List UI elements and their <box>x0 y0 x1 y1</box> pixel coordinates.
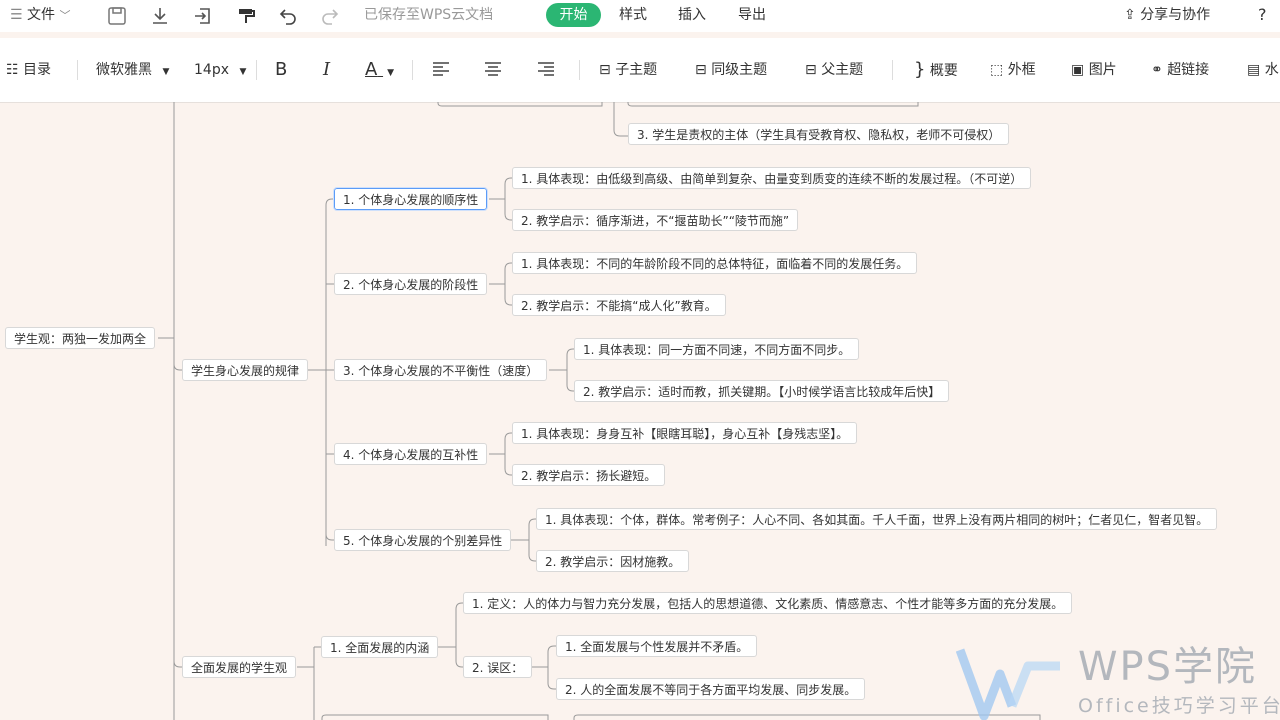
font-size-select[interactable]: 14px ▼ <box>194 38 246 102</box>
hyperlink-button[interactable]: ⚭ 超链接 <box>1151 38 1209 102</box>
watermark-icon: ▤ <box>1247 62 1261 78</box>
parent-topic-label: 父主题 <box>821 62 864 78</box>
parent-topic-button[interactable]: ⊟ 父主题 <box>805 38 863 102</box>
font-color-label: A <box>365 59 378 80</box>
divider <box>892 60 893 80</box>
mindmap-node[interactable]: 1. 具体表现：同一方面不同速，不同方面不同步。 <box>574 338 860 360</box>
mindmap-node[interactable]: 1. 具体表现：身身互补【眼瞎耳聪】，身心互补【身残志坚】。 <box>512 422 858 444</box>
mindmap-root-node[interactable]: 学生观：两独一发加两全 <box>5 327 156 349</box>
save-icon[interactable] <box>107 6 127 26</box>
divider <box>77 60 78 80</box>
tab-insert[interactable]: 插入 <box>678 0 706 32</box>
wps-logo-icon <box>956 648 1060 720</box>
mindmap-node[interactable]: 2. 教学启示：不能搞“成人化”教育。 <box>512 294 726 316</box>
sibling-topic-label: 同级主题 <box>711 62 768 78</box>
mindmap-node[interactable]: 1. 具体表现：不同的年龄阶段不同的总体特征，面临着不同的发展任务。 <box>512 252 918 274</box>
share-label: 分享与协作 <box>1140 7 1211 23</box>
import-icon[interactable] <box>193 6 213 26</box>
mindmap-node[interactable]: 5. 个体身心发展的个别差异性 <box>334 529 512 551</box>
hamburger-icon: ☰ <box>10 7 23 23</box>
frame-icon: ⬚ <box>990 62 1004 78</box>
mindmap-node[interactable]: 1. 具体表现：个体，群体。常考例子：人心不同、各如其面。千人千面，世界上没有两… <box>536 508 1218 530</box>
font-color-button[interactable]: A ▼ <box>365 38 394 102</box>
mindmap-node-selected[interactable]: 1. 个体身心发展的顺序性 <box>332 187 489 211</box>
link-icon: ⚭ <box>1151 62 1163 78</box>
parent-topic-icon: ⊟ <box>805 62 817 78</box>
frame-label: 外框 <box>1007 62 1036 78</box>
bold-button[interactable]: B <box>275 38 287 102</box>
align-right-icon[interactable] <box>537 60 555 78</box>
watermark-brand: WPS学院 <box>1078 644 1258 690</box>
save-status: 已保存至WPS云文档 <box>364 7 494 23</box>
image-icon: ▣ <box>1071 62 1085 78</box>
sibling-topic-button[interactable]: ⊟ 同级主题 <box>695 38 767 102</box>
mindmap-node[interactable]: 2. 教学启示：循序渐进，不“揠苗助长”“陵节而施” <box>512 209 799 231</box>
mindmap-node[interactable]: 3. 个体身心发展的不平衡性（速度） <box>334 359 548 381</box>
mindmap-node[interactable]: 1. 全面发展与个性发展并不矛盾。 <box>556 635 758 657</box>
caret-down-icon: ▼ <box>387 68 394 78</box>
more-label: 水 <box>1264 62 1279 78</box>
tab-style[interactable]: 样式 <box>619 0 647 32</box>
redo-icon[interactable] <box>320 6 340 26</box>
summary-button[interactable]: } 概要 <box>914 38 958 102</box>
toc-icon: ☷ <box>6 62 19 78</box>
menu-bar: ☰ 文件 ﹀ 已保存至WPS云文档 开始 样式 插入 导出 ⇪ 分享与协作 ? <box>0 0 1280 32</box>
image-label: 图片 <box>1088 62 1117 78</box>
share-button[interactable]: ⇪ 分享与协作 <box>1124 0 1210 32</box>
mindmap-node[interactable]: 2. 误区： <box>463 656 533 678</box>
connector-lines <box>158 102 1041 720</box>
wps-watermark: WPS学院 Office技巧学习平台 <box>956 644 1280 720</box>
mindmap-node[interactable]: 1. 全面发展的内涵 <box>321 636 439 658</box>
font-family-value: 微软雅黑 <box>96 62 152 78</box>
tab-export[interactable]: 导出 <box>738 0 766 32</box>
toc-label: 目录 <box>23 62 52 78</box>
mindmap-canvas[interactable]: 3. 学生是责权的主体（学生具有受教育权、隐私权，老师不可侵权） 学生观：两独一… <box>0 102 1280 720</box>
share-icon: ⇪ <box>1124 7 1136 23</box>
mindmap-node[interactable]: 1. 具体表现：由低级到高级、由简单到复杂、由量变到质变的连续不断的发展过程。（… <box>512 167 1032 189</box>
more-button[interactable]: ▤ 水 <box>1247 38 1279 102</box>
mindmap-node-full[interactable]: 全面发展的学生观 <box>182 656 297 678</box>
file-menu-label: 文件 <box>27 7 56 23</box>
sibling-topic-icon: ⊟ <box>695 62 707 78</box>
subtopic-button[interactable]: ⊟ 子主题 <box>599 38 657 102</box>
mindmap-node[interactable]: 2. 人的全面发展不等同于各方面平均发展、同步发展。 <box>556 678 866 700</box>
align-center-icon[interactable] <box>484 60 502 78</box>
frame-button[interactable]: ⬚ 外框 <box>990 38 1036 102</box>
image-button[interactable]: ▣ 图片 <box>1071 38 1117 102</box>
tab-start[interactable]: 开始 <box>546 3 601 27</box>
brace-icon: } <box>914 59 926 80</box>
mindmap-node[interactable]: 2. 教学启示：扬长避短。 <box>512 464 666 486</box>
divider <box>412 60 413 80</box>
mindmap-node[interactable]: 2. 教学启示：因材施教。 <box>536 550 690 572</box>
help-icon[interactable]: ? <box>1258 0 1267 32</box>
font-size-value: 14px <box>194 62 229 78</box>
mindmap-node[interactable]: 1. 定义：人的体力与智力充分发展，包括人的思想道德、文化素质、情感意志、个性才… <box>463 592 1073 614</box>
watermark-subtitle: Office技巧学习平台 <box>1078 695 1280 717</box>
align-left-icon[interactable] <box>432 60 450 78</box>
mindmap-node-law[interactable]: 学生身心发展的规律 <box>182 359 309 381</box>
file-menu[interactable]: ☰ 文件 ﹀ <box>10 0 70 32</box>
toc-button[interactable]: ☷ 目录 <box>6 38 51 102</box>
italic-button[interactable]: I <box>323 38 330 102</box>
mindmap-node[interactable]: 4. 个体身心发展的互补性 <box>334 443 488 465</box>
font-family-select[interactable]: 微软雅黑 ▼ <box>96 38 169 102</box>
chevron-down-icon: ﹀ <box>59 9 71 22</box>
caret-down-icon: ▼ <box>239 67 247 77</box>
format-painter-icon[interactable] <box>236 6 256 26</box>
undo-icon[interactable] <box>278 6 298 26</box>
caret-down-icon: ▼ <box>162 67 170 77</box>
mindmap-node[interactable]: 2. 教学启示：适时而教，抓关键期。【小时候学语言比较成年后快】 <box>574 380 950 402</box>
toolbar: ☷ 目录 微软雅黑 ▼ 14px ▼ B I A ▼ ⊟ 子主题 ⊟ 同级主题 … <box>0 38 1280 103</box>
subtopic-label: 子主题 <box>615 62 658 78</box>
download-icon[interactable] <box>150 6 170 26</box>
divider <box>256 60 257 80</box>
subtopic-icon: ⊟ <box>599 62 611 78</box>
mindmap-node[interactable]: 2. 个体身心发展的阶段性 <box>334 273 488 295</box>
summary-label: 概要 <box>929 63 958 79</box>
divider <box>579 60 580 80</box>
hyperlink-label: 超链接 <box>1167 62 1210 78</box>
mindmap-node[interactable]: 3. 学生是责权的主体（学生具有受教育权、隐私权，老师不可侵权） <box>628 123 1010 145</box>
